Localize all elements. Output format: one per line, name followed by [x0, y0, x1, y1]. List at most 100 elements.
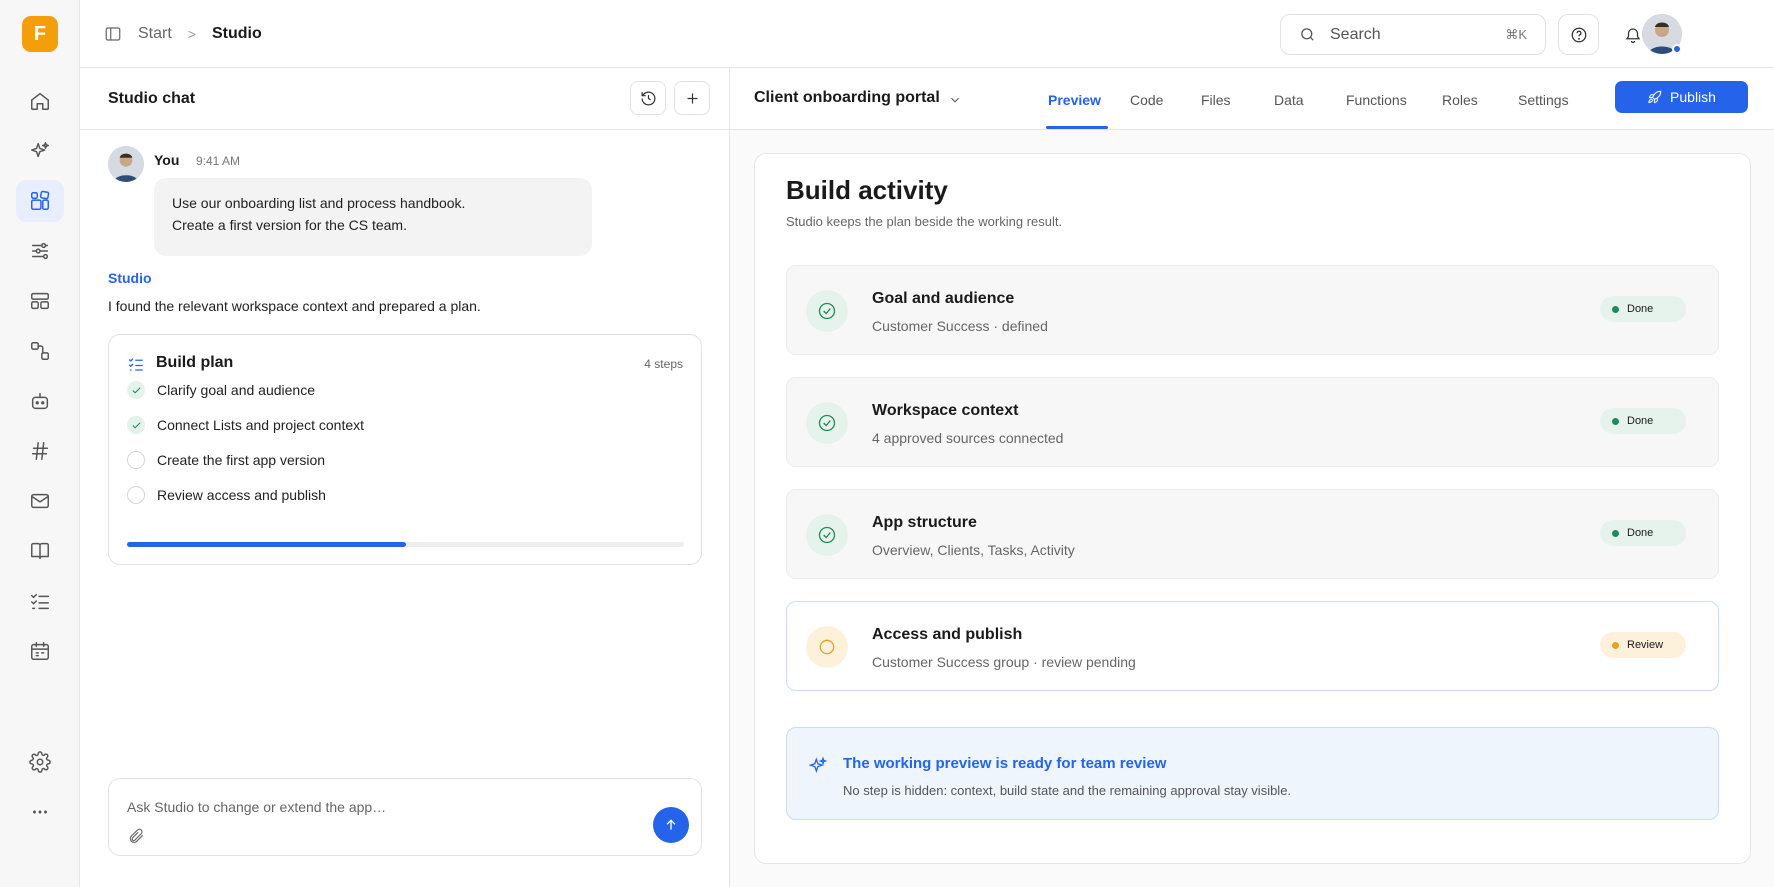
calendar-icon[interactable]	[16, 630, 64, 672]
sliders-icon[interactable]	[16, 230, 64, 272]
plan-progress-bar	[127, 542, 684, 547]
status-badge: Review	[1600, 632, 1686, 658]
active-tab-indicator	[1046, 126, 1108, 129]
check-icon	[127, 416, 145, 434]
status-badge: Done	[1600, 408, 1686, 434]
breadcrumb-current: Studio	[211, 25, 262, 42]
activity-card[interactable]: App structure Overview, Clients, Tasks, …	[786, 489, 1719, 579]
callout-text: No step is hidden: context, build state …	[843, 783, 1292, 798]
app-header: Client onboarding portal Preview Code Fi…	[730, 68, 1774, 130]
icon-rail: F	[0, 0, 80, 887]
new-chat-button[interactable]	[674, 81, 710, 115]
sparkles-icon[interactable]	[16, 130, 64, 172]
workflow-icon[interactable]	[16, 330, 64, 372]
chat-header: Studio chat	[80, 68, 729, 130]
book-icon[interactable]	[16, 530, 64, 572]
search-icon	[1301, 28, 1314, 41]
empty-circle-icon	[127, 451, 145, 469]
activity-card[interactable]: Access and publish Customer Success grou…	[786, 601, 1719, 691]
tab-settings[interactable]: Settings	[1518, 92, 1569, 108]
status-label: Done	[1627, 527, 1654, 539]
plan-step: Connect Lists and project context	[127, 415, 364, 435]
send-button[interactable]	[653, 807, 689, 843]
bell-icon	[1625, 27, 1640, 43]
rocket-icon	[1648, 90, 1662, 103]
studio-message: I found the relevant workspace context a…	[108, 298, 481, 314]
card-subtitle: 4 approved sources connected	[872, 430, 1064, 446]
search-placeholder: Search	[1330, 25, 1381, 43]
tab-preview[interactable]: Preview	[1048, 92, 1101, 108]
message-line: Use our onboarding list and process hand…	[172, 195, 466, 211]
plan-step-label: Connect Lists and project context	[157, 417, 365, 433]
help-button[interactable]	[1558, 14, 1599, 55]
message-line: Create a first version for the CS team.	[172, 217, 407, 233]
hash-icon[interactable]	[16, 430, 64, 472]
arrow-up-icon	[666, 819, 676, 830]
message-time: 9:41 AM	[196, 154, 241, 168]
gear-icon[interactable]	[16, 741, 64, 783]
home-icon[interactable]	[16, 80, 64, 122]
list-check-icon[interactable]	[16, 580, 64, 622]
build-plan-card: Build plan 4 steps Clarify goal and audi…	[108, 334, 702, 565]
studio-author: Studio	[108, 270, 152, 286]
message-author: You	[154, 152, 180, 168]
workspace-logo[interactable]: F	[22, 16, 58, 52]
check-icon	[127, 381, 145, 399]
canvas-title: Build activity	[786, 175, 948, 205]
card-subtitle: Overview, Clients, Tasks, Activity	[872, 542, 1075, 558]
breadcrumb: Start > Studio	[104, 0, 262, 68]
callout-title: The working preview is ready for team re…	[843, 755, 1167, 772]
user-message-bubble: Use our onboarding list and process hand…	[154, 178, 592, 256]
sidebar-toggle-icon[interactable]	[104, 25, 122, 43]
plan-step-label: Clarify goal and audience	[157, 382, 315, 398]
check-circle-icon	[806, 290, 848, 332]
breadcrumb-separator: >	[187, 26, 196, 42]
publish-label: Publish	[1670, 89, 1716, 105]
tab-roles[interactable]: Roles	[1442, 92, 1478, 108]
status-badge: Done	[1600, 296, 1686, 322]
empty-circle-icon	[127, 486, 145, 504]
card-title: Workspace context	[872, 402, 1019, 419]
app-name[interactable]: Client onboarding portal	[754, 89, 940, 107]
app-window: F Start > Studio Search ⌘K Studio chat Y…	[0, 0, 1774, 887]
plan-step: Clarify goal and audience	[127, 380, 315, 400]
card-title: App structure	[872, 514, 977, 531]
card-subtitle: Customer Success · defined	[872, 318, 1048, 334]
build-activity-canvas: Build activity Studio keeps the plan bes…	[754, 153, 1751, 864]
chevron-down-icon[interactable]	[948, 93, 962, 107]
plan-step-label: Create the first app version	[157, 452, 326, 468]
help-icon	[1571, 27, 1586, 42]
pending-circle-icon	[806, 626, 848, 668]
bot-icon[interactable]	[16, 380, 64, 422]
status-label: Done	[1627, 303, 1654, 315]
history-icon	[641, 91, 655, 105]
layout-icon[interactable]	[16, 280, 64, 322]
plan-step-label: Review access and publish	[157, 487, 326, 503]
search-input[interactable]: Search ⌘K	[1280, 14, 1546, 55]
status-label: Done	[1627, 415, 1654, 427]
card-title: Goal and audience	[872, 290, 1015, 307]
activity-card[interactable]: Workspace context 4 approved sources con…	[786, 377, 1719, 467]
status-badge: Done	[1600, 520, 1686, 546]
history-button[interactable]	[630, 81, 666, 115]
plan-step: Review access and publish	[127, 485, 326, 505]
mail-icon[interactable]	[16, 480, 64, 522]
chat-composer[interactable]: Ask Studio to change or extend the app…	[108, 778, 702, 856]
review-ready-callout: The working preview is ready for team re…	[786, 727, 1719, 820]
studio-chat-panel: Studio chat You 9:41 AM Use our onboardi…	[80, 68, 730, 887]
tab-code[interactable]: Code	[1130, 92, 1163, 108]
tab-data[interactable]: Data	[1274, 92, 1304, 108]
plan-step: Create the first app version	[127, 450, 325, 470]
apps-icon[interactable]	[16, 180, 64, 222]
tab-files[interactable]: Files	[1201, 92, 1231, 108]
plan-step-count: 4 steps	[644, 357, 683, 371]
activity-card[interactable]: Goal and audience Customer Success · def…	[786, 265, 1719, 355]
tab-functions[interactable]: Functions	[1346, 92, 1407, 108]
search-shortcut: ⌘K	[1505, 26, 1527, 42]
breadcrumb-start[interactable]: Start	[138, 25, 172, 43]
sparkles-icon	[808, 756, 828, 774]
plan-title: Build plan	[156, 354, 234, 371]
more-icon[interactable]	[16, 791, 64, 833]
paperclip-icon[interactable]	[127, 827, 145, 845]
publish-button[interactable]: Publish	[1615, 81, 1748, 113]
